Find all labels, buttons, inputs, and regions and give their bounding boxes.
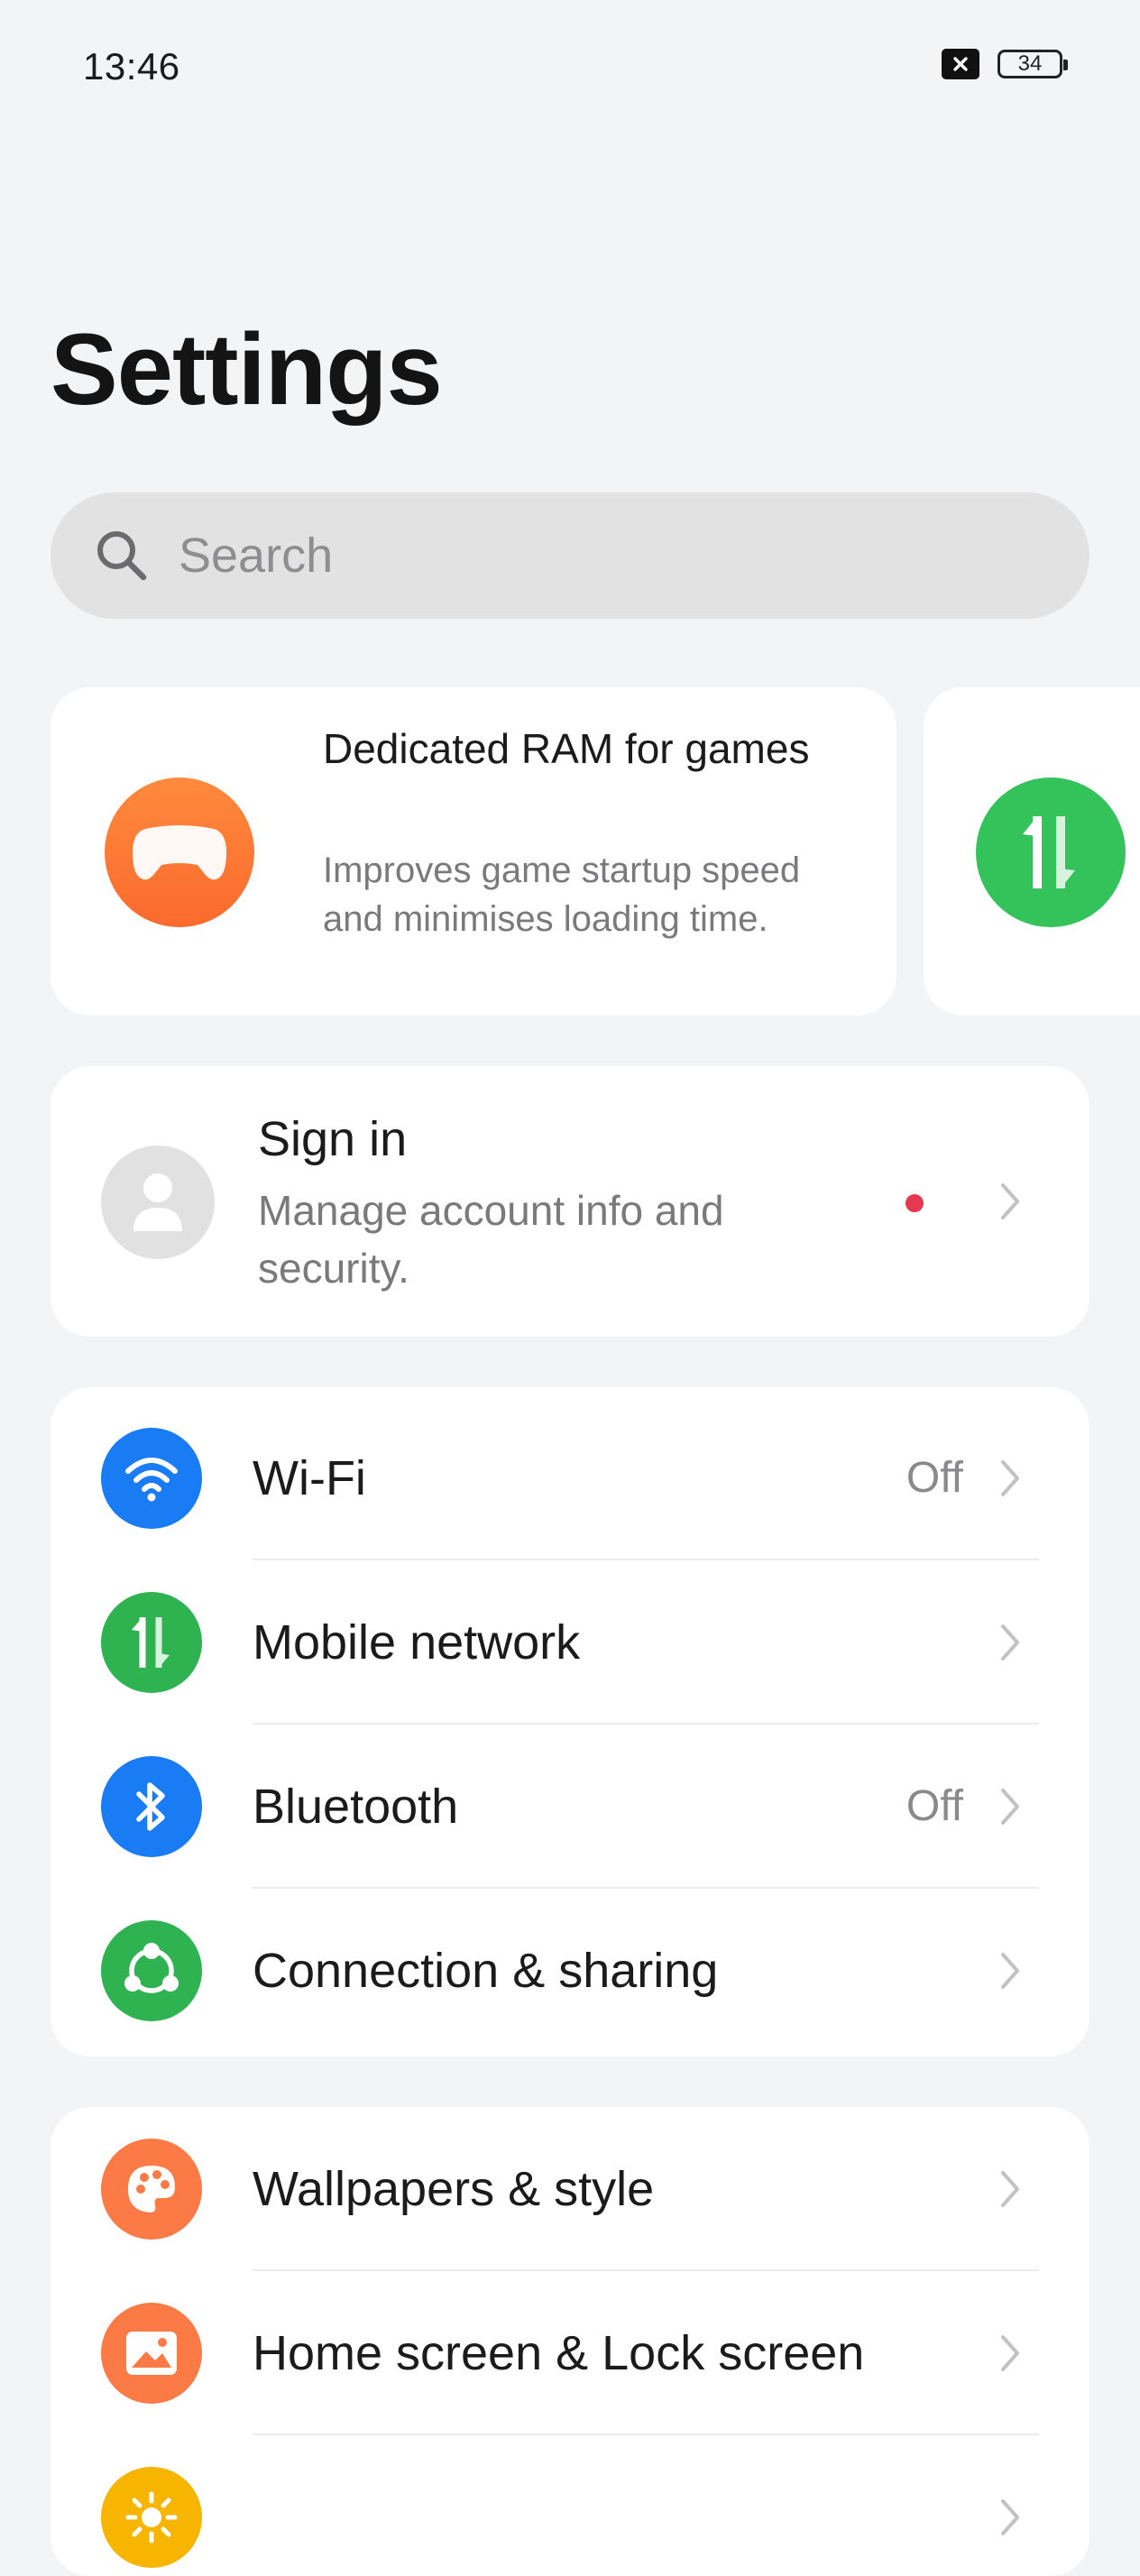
chevron-right-icon (1001, 2499, 1019, 2535)
list-item-wallpapers-style[interactable]: Wallpapers & style (51, 2107, 1089, 2271)
sign-in-title: Sign in (258, 1112, 408, 1166)
chevron-right-icon (1001, 1624, 1019, 1661)
status-bar: 13:46 34 (0, 0, 1140, 135)
promo-title: Dedicated RAM for games (323, 725, 810, 772)
row-label: Mobile network (253, 1615, 581, 1670)
person-icon (101, 1145, 215, 1259)
search-icon (97, 531, 147, 581)
battery-level: 34 (1017, 51, 1043, 76)
image-icon (101, 2303, 202, 2404)
list-item-display-brightness[interactable] (51, 2435, 1089, 2576)
data-arrows-icon (976, 777, 1126, 927)
promo-card-mobile-data[interactable] (924, 687, 1140, 1016)
page-title: Settings (51, 313, 443, 426)
bluetooth-icon (101, 1756, 202, 1857)
list-item-connection-sharing[interactable]: Connection & sharing (51, 1889, 1089, 2053)
row-value: Off (906, 1454, 963, 1502)
row-label: Wi-Fi (253, 1451, 366, 1505)
row-label: Connection & sharing (253, 1944, 719, 1998)
chevron-right-icon (1001, 1460, 1019, 1496)
chevron-right-icon (1001, 1953, 1019, 1989)
share-icon (101, 1920, 202, 2021)
status-icons: 34 (942, 49, 1068, 79)
list-item-mobile-network[interactable]: Mobile network (51, 1560, 1089, 1725)
sim-off-icon (942, 49, 979, 79)
row-label: Wallpapers & style (253, 2162, 655, 2216)
search-bar[interactable] (51, 492, 1089, 619)
promo-card-dedicated-ram[interactable]: Dedicated RAM for games Improves game st… (51, 687, 896, 1016)
personalization-list: Wallpapers & style Home screen & Lock sc… (51, 2107, 1089, 2576)
battery-icon: 34 (998, 50, 1068, 78)
status-time: 13:46 (83, 45, 180, 87)
row-label: Bluetooth (253, 1780, 459, 1834)
chevron-right-icon (1001, 1789, 1019, 1825)
row-value: Off (906, 1782, 963, 1830)
wifi-icon (101, 1428, 202, 1529)
chevron-right-icon (1001, 2171, 1019, 2207)
mobile-data-icon (101, 1592, 202, 1693)
account-sign-in-card[interactable]: Sign in Manage account info and security… (51, 1066, 1089, 1337)
list-item-wifi[interactable]: Wi-Fi Off (51, 1396, 1089, 1560)
list-item-bluetooth[interactable]: Bluetooth Off (51, 1725, 1089, 1889)
gamepad-icon (105, 777, 254, 927)
list-item-home-lock-screen[interactable]: Home screen & Lock screen (51, 2271, 1089, 2435)
sun-icon (101, 2467, 202, 2568)
promo-description: Improves game startup speed and minimise… (323, 851, 801, 939)
notification-dot (906, 1194, 924, 1212)
palette-icon (101, 2139, 202, 2240)
chevron-right-icon (1001, 2335, 1019, 2371)
chevron-right-icon (1001, 1183, 1019, 1219)
sign-in-subtitle: Manage account info and security. (258, 1187, 724, 1292)
row-label: Home screen & Lock screen (253, 2326, 865, 2380)
connectivity-list: Wi-Fi Off Mobile network Bluetooth Off C… (51, 1387, 1089, 2056)
search-input[interactable] (177, 527, 992, 584)
